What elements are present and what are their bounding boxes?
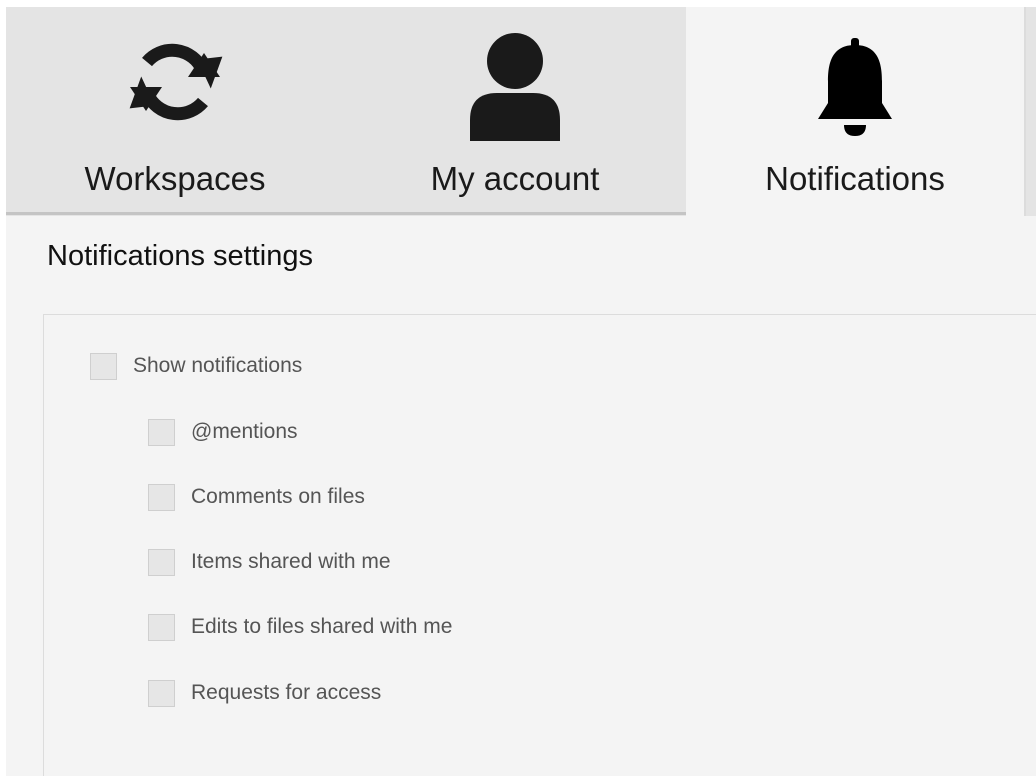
app-window: Workspaces My account Notifications Noti…	[6, 7, 1036, 776]
tab-label-my-account: My account	[430, 160, 600, 197]
comments-on-files-label: Comments on files	[191, 485, 365, 508]
comments-on-files-checkbox[interactable]	[148, 483, 175, 511]
show-notifications-checkbox-row[interactable]: Show notifications	[90, 349, 302, 383]
tab-workspaces[interactable]: Workspaces	[6, 7, 344, 212]
mentions-label: @mentions	[191, 420, 298, 443]
items-shared-checkbox-row[interactable]: Items shared with me	[148, 545, 391, 579]
edits-to-files-checkbox[interactable]	[148, 613, 175, 641]
tab-notifications[interactable]: Notifications	[686, 7, 1024, 216]
requests-for-access-label: Requests for access	[191, 681, 382, 704]
requests-for-access-checkbox[interactable]	[148, 679, 175, 707]
show-notifications-checkbox[interactable]	[90, 352, 117, 380]
mentions-checkbox[interactable]	[148, 418, 175, 446]
tab-bar-border	[6, 212, 686, 215]
tab-label-notifications: Notifications	[765, 160, 945, 197]
items-shared-checkbox[interactable]	[148, 548, 175, 576]
tab-bar: Workspaces My account Notifications	[6, 7, 1036, 216]
bell-icon	[818, 38, 892, 136]
sync-icon	[129, 43, 223, 121]
tab-label-workspaces: Workspaces	[84, 160, 266, 197]
page-title: Notifications settings	[47, 240, 313, 272]
tab-my-account[interactable]: My account	[344, 7, 686, 212]
tab-divider	[1024, 7, 1026, 216]
mentions-checkbox-row[interactable]: @mentions	[148, 415, 298, 449]
user-icon	[470, 33, 560, 141]
items-shared-label: Items shared with me	[191, 550, 391, 573]
edits-to-files-checkbox-row[interactable]: Edits to files shared with me	[148, 610, 452, 644]
comments-on-files-checkbox-row[interactable]: Comments on files	[148, 480, 365, 514]
edits-to-files-label: Edits to files shared with me	[191, 615, 453, 638]
requests-for-access-checkbox-row[interactable]: Requests for access	[148, 676, 381, 710]
show-notifications-label: Show notifications	[133, 354, 303, 377]
settings-panel: Show notifications @mentions Comments on…	[43, 314, 1036, 776]
